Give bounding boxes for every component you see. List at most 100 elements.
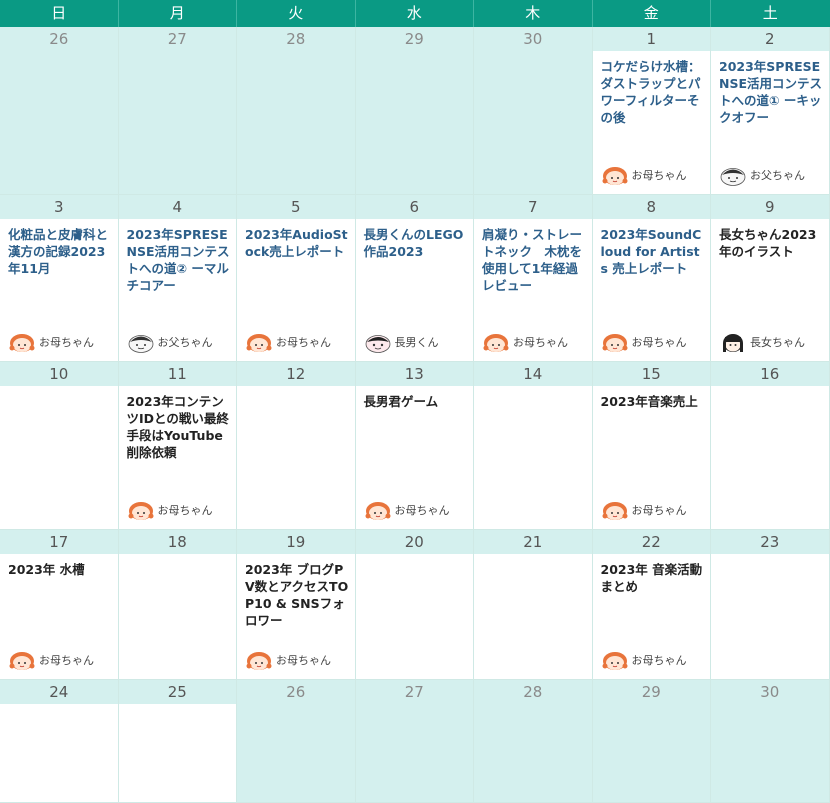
post-link[interactable]: 2023年SPRESENSE活用コンテストへの道② ーマルチコアー bbox=[127, 226, 231, 294]
day-number: 19 bbox=[237, 530, 355, 554]
calendar-day: 29 bbox=[355, 27, 474, 195]
day-number: 25 bbox=[118, 680, 236, 704]
weekday-sun: 日 bbox=[0, 0, 119, 27]
calendar-day: 30 bbox=[711, 680, 830, 803]
mother-avatar-icon bbox=[364, 499, 392, 521]
mother-avatar-icon bbox=[482, 331, 510, 353]
post-link[interactable]: 肩凝り・ストレートネック 木枕を使用して1年経過レビュー bbox=[482, 226, 586, 294]
day-number: 2 bbox=[711, 27, 829, 51]
day-number: 22 bbox=[592, 530, 710, 554]
calendar-week: 10 11 2023年コンテンツIDとの戦い最終手段はYouTube削除依頼お母ちゃ… bbox=[0, 362, 830, 530]
day-number: 23 bbox=[711, 530, 829, 554]
author-name: お父ちゃん bbox=[157, 336, 213, 349]
author-name: お母ちゃん bbox=[631, 654, 687, 667]
post-link[interactable]: 2023年AudioStock売上レポート bbox=[245, 226, 349, 260]
calendar-day: 18 bbox=[118, 530, 237, 680]
weekday-wed: 水 bbox=[356, 0, 474, 27]
calendar-day: 22 2023年 音楽活動まとめお母ちゃん bbox=[592, 530, 711, 680]
day-number: 8 bbox=[592, 195, 710, 219]
day-number: 26 bbox=[237, 680, 355, 704]
post-author: お母ちゃん bbox=[245, 649, 331, 671]
calendar-day: 17 2023年 水槽お母ちゃん bbox=[0, 530, 119, 680]
day-number: 30 bbox=[474, 27, 592, 51]
day-number: 24 bbox=[0, 680, 118, 704]
author-name: お父ちゃん bbox=[750, 169, 805, 182]
mother-avatar-icon bbox=[245, 331, 273, 353]
post-link[interactable]: 長男君ゲーム bbox=[364, 393, 468, 410]
day-number: 6 bbox=[355, 195, 473, 219]
weekday-tue: 火 bbox=[237, 0, 356, 27]
day-number: 11 bbox=[118, 362, 236, 386]
calendar-day: 27 bbox=[118, 27, 237, 195]
day-number: 28 bbox=[474, 680, 592, 704]
day-number: 4 bbox=[118, 195, 236, 219]
day-number: 17 bbox=[0, 530, 118, 554]
mother-avatar-icon bbox=[245, 649, 273, 671]
day-number: 20 bbox=[355, 530, 473, 554]
post-link[interactable]: 長女ちゃん2023年のイラスト bbox=[719, 226, 823, 260]
post-link[interactable]: コケだらけ水槽：ダストラップとパワーフィルターその後 bbox=[601, 58, 705, 126]
calendar-day: 1 コケだらけ水槽：ダストラップとパワーフィルターその後お母ちゃん bbox=[592, 27, 711, 195]
day-number: 28 bbox=[237, 27, 355, 51]
post-link[interactable]: 化粧品と皮膚科と漢方の記録2023年11月 bbox=[8, 226, 112, 277]
weekday-sat: 土 bbox=[762, 4, 778, 22]
day-number: 1 bbox=[592, 27, 710, 51]
weekday-mon: 月 bbox=[119, 0, 237, 27]
post-author: お母ちゃん bbox=[601, 331, 687, 353]
calendar-day: 25 bbox=[118, 680, 237, 803]
post-link[interactable]: 2023年音楽売上 bbox=[601, 393, 705, 410]
post-link[interactable]: 長男くんのLEGO作品2023 bbox=[364, 226, 468, 260]
calendar-day: 14 bbox=[474, 362, 593, 530]
post-author: お母ちゃん bbox=[601, 649, 687, 671]
post-link[interactable]: 2023年SoundCloud for Artists 売上レポート bbox=[601, 226, 705, 277]
day-number: 9 bbox=[711, 195, 829, 219]
daughter-avatar-icon bbox=[719, 331, 747, 353]
post-link[interactable]: 2023年 音楽活動まとめ bbox=[601, 561, 705, 595]
day-number: 30 bbox=[711, 680, 829, 704]
day-number: 7 bbox=[474, 195, 592, 219]
calendar-day: 15 2023年音楽売上お母ちゃん bbox=[592, 362, 711, 530]
post-author: 長女ちゃん bbox=[719, 331, 805, 353]
weekday-fri: 金 bbox=[593, 0, 711, 27]
calendar-day: 9 長女ちゃん2023年のイラスト長女ちゃん bbox=[711, 195, 830, 362]
calendar-day: 20 bbox=[355, 530, 474, 680]
day-number: 27 bbox=[355, 680, 473, 704]
calendar-week: 24 25 26 27 28 29 30 bbox=[0, 680, 830, 803]
mother-avatar-icon bbox=[601, 499, 629, 521]
day-number: 15 bbox=[592, 362, 710, 386]
calendar-week: 17 2023年 水槽お母ちゃん 18 19 2023年 ブログPV数とアクセスTOP1… bbox=[0, 530, 830, 680]
post-link[interactable]: 2023年 水槽 bbox=[8, 561, 112, 578]
calendar-day: 29 bbox=[592, 680, 711, 803]
day-number: 29 bbox=[355, 27, 473, 51]
calendar-day: 10 bbox=[0, 362, 119, 530]
post-author: お母ちゃん bbox=[127, 499, 213, 521]
post-author: お父ちゃん bbox=[719, 164, 805, 186]
post-link[interactable]: 2023年SPRESENSE活用コンテストへの道① ーキックオフー bbox=[719, 58, 823, 126]
post-link[interactable]: 2023年 ブログPV数とアクセスTOP10 & SNSフォロワー bbox=[245, 561, 349, 629]
calendar-day: 12 bbox=[237, 362, 356, 530]
calendar-day: 13 長男君ゲーム お母ちゃん bbox=[355, 362, 474, 530]
day-number: 21 bbox=[474, 530, 592, 554]
author-name: お母ちゃん bbox=[39, 654, 94, 667]
calendar-day: 26 bbox=[237, 680, 356, 803]
son-avatar-icon bbox=[364, 331, 392, 353]
mother-avatar-icon bbox=[601, 649, 629, 671]
calendar-day: 27 bbox=[355, 680, 474, 803]
post-author: 長男くん bbox=[364, 331, 439, 353]
calendar-day: 30 bbox=[474, 27, 593, 195]
weekday-thu: 木 bbox=[474, 0, 593, 27]
day-number: 18 bbox=[118, 530, 236, 554]
author-name: お母ちゃん bbox=[276, 336, 331, 349]
post-author: お母ちゃん bbox=[364, 499, 450, 521]
calendar-day: 28 bbox=[474, 680, 593, 803]
calendar-day: 2 2023年SPRESENSE活用コンテストへの道① ーキックオフーお父ちゃん bbox=[711, 27, 830, 195]
post-link[interactable]: 2023年コンテンツIDとの戦い最終手段はYouTube削除依頼 bbox=[127, 393, 231, 461]
post-author: お母ちゃん bbox=[601, 499, 687, 521]
author-name: お母ちゃん bbox=[631, 336, 687, 349]
calendar-day: 24 bbox=[0, 680, 119, 803]
post-author: お母ちゃん bbox=[245, 331, 331, 353]
calendar-day: 5 2023年AudioStock売上レポート お母ちゃん bbox=[237, 195, 356, 362]
author-name: お母ちゃん bbox=[631, 169, 687, 182]
post-author: お母ちゃん bbox=[8, 649, 94, 671]
post-author: お母ちゃん bbox=[482, 331, 568, 353]
